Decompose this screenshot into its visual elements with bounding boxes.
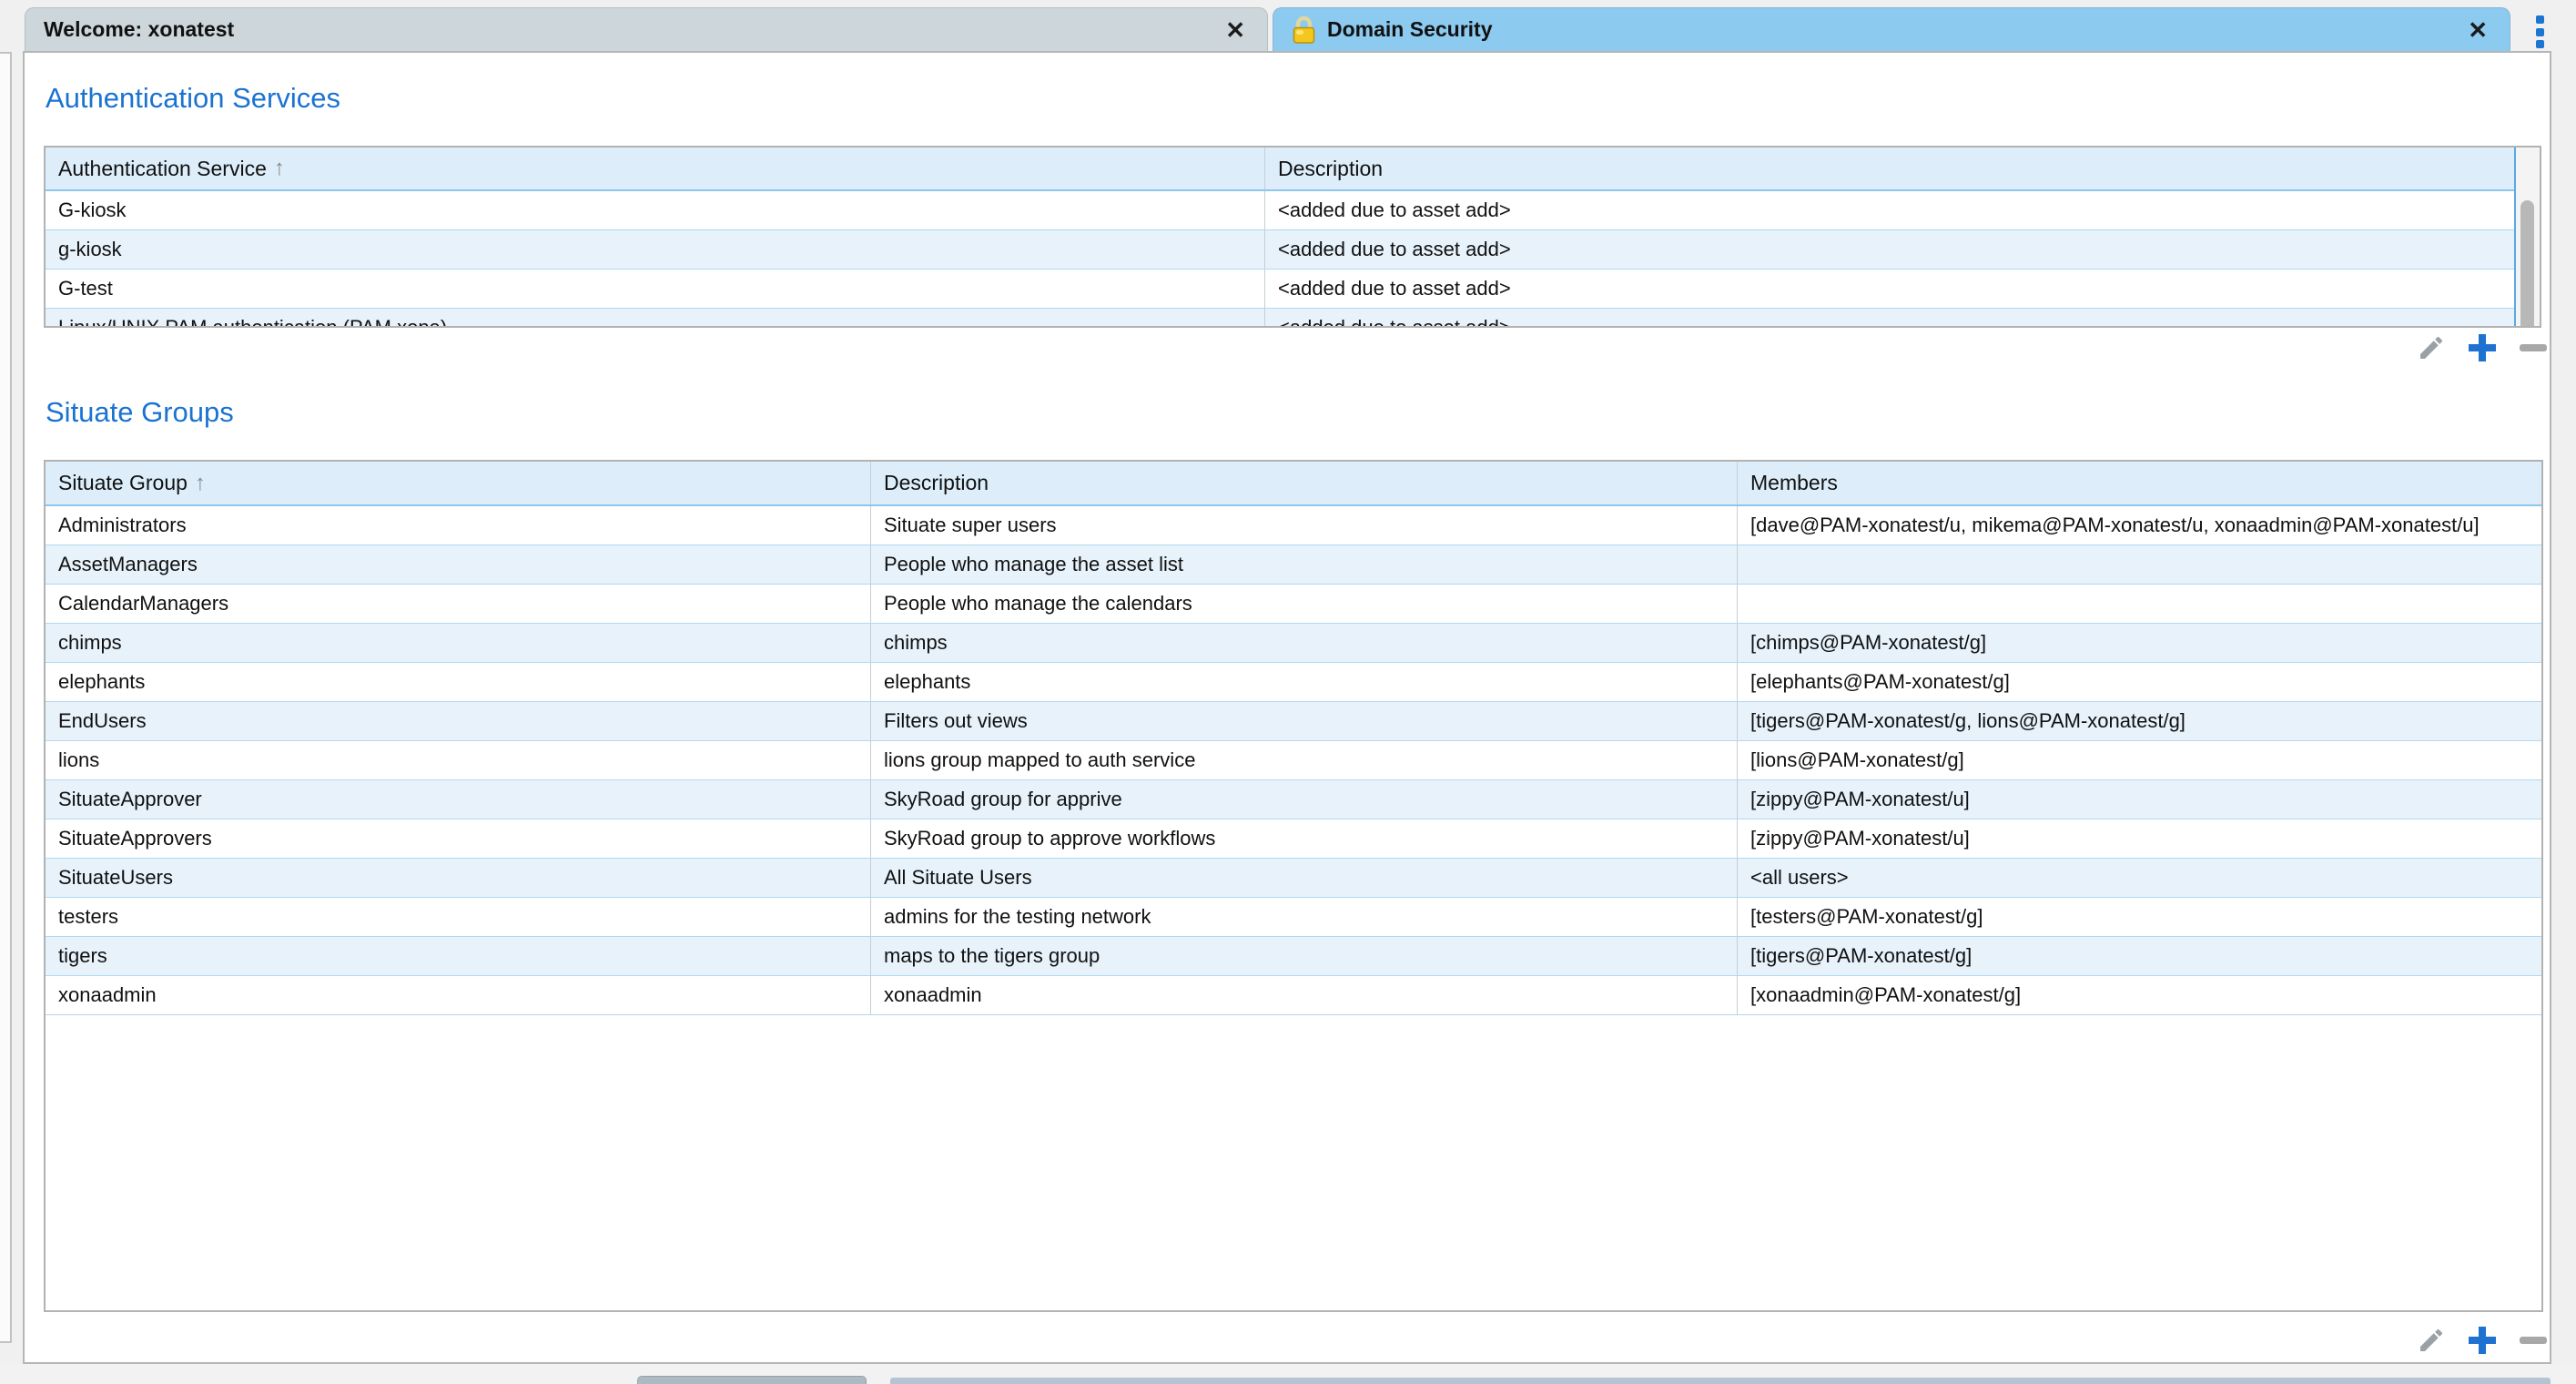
group-row[interactable]: SituateApprovers SkyRoad group to approv… (46, 819, 2541, 859)
group-row[interactable]: testers admins for the testing network [… (46, 898, 2541, 937)
group-row[interactable]: elephants elephants [elephants@PAM-xonat… (46, 663, 2541, 702)
remove-minus-icon[interactable] (2516, 1323, 2551, 1358)
bottom-peek-bar (890, 1378, 2551, 1384)
auth-table-row[interactable]: G-kiosk <added due to asset add> (46, 191, 2514, 230)
group-row[interactable]: SituateUsers All Situate Users <all user… (46, 859, 2541, 898)
group-row[interactable]: AssetManagers People who manage the asse… (46, 545, 2541, 585)
tab-domain-security-close-icon[interactable]: ✕ (2464, 16, 2491, 44)
bottom-peek-tab (637, 1376, 867, 1384)
auth-col-header-service[interactable]: Authentication Service ↑ (46, 148, 1264, 189)
group-row[interactable]: tigers maps to the tigers group [tigers@… (46, 937, 2541, 976)
tab-domain-security-label: Domain Security (1327, 17, 1493, 42)
situate-groups-heading: Situate Groups (46, 396, 234, 429)
groups-table-empty-area (46, 1015, 2541, 1310)
tab-domain-security[interactable]: Domain Security ✕ (1273, 7, 2510, 51)
bottom-strip (0, 1364, 2576, 1384)
group-row[interactable]: lions lions group mapped to auth service… (46, 741, 2541, 780)
group-row[interactable]: CalendarManagers People who manage the c… (46, 585, 2541, 624)
tab-overflow-menu-icon[interactable] (2536, 15, 2547, 48)
auth-table-row[interactable]: G-test <added due to asset add> (46, 270, 2514, 309)
group-row[interactable]: SituateApprover SkyRoad group for appriv… (46, 780, 2541, 819)
left-splitter-rail[interactable] (0, 52, 12, 1343)
tab-bar: Welcome: xonatest ✕ Domain Security ✕ (0, 0, 2576, 51)
groups-col-header-description[interactable]: Description (870, 462, 1737, 504)
scrollbar-thumb[interactable] (2520, 200, 2534, 328)
groups-col-header-name[interactable]: Situate Group ↑ (46, 462, 870, 504)
auth-table-actions (2414, 329, 2560, 367)
auth-col-header-description[interactable]: Description (1264, 148, 2514, 189)
groups-col-header-members[interactable]: Members (1737, 462, 2541, 504)
tab-welcome-label: Welcome: xonatest (44, 17, 234, 42)
remove-minus-icon[interactable] (2516, 331, 2551, 365)
group-row[interactable]: chimps chimps [chimps@PAM-xonatest/g] (46, 624, 2541, 663)
auth-services-heading: Authentication Services (46, 82, 340, 115)
app-window: Welcome: xonatest ✕ Domain Security ✕ Au… (0, 0, 2576, 1384)
auth-table-row[interactable]: g-kiosk <added due to asset add> (46, 230, 2514, 270)
group-row[interactable]: xonaadmin xonaadmin [xonaadmin@PAM-xonat… (46, 976, 2541, 1015)
add-plus-icon[interactable] (2465, 331, 2500, 365)
group-row[interactable]: EndUsers Filters out views [tigers@PAM-x… (46, 702, 2541, 741)
tab-welcome[interactable]: Welcome: xonatest ✕ (25, 7, 1268, 51)
domain-security-panel: Authentication Services Authentication S… (23, 51, 2551, 1364)
sort-ascending-icon: ↑ (195, 471, 206, 496)
auth-table-header: Authentication Service ↑ Description (46, 148, 2514, 191)
lock-icon (1292, 15, 1316, 45)
situate-groups-table: Situate Group ↑ Description Members Admi… (44, 460, 2543, 1312)
groups-table-header: Situate Group ↑ Description Members (46, 462, 2541, 506)
edit-pencil-icon[interactable] (2414, 331, 2449, 365)
add-plus-icon[interactable] (2465, 1323, 2500, 1358)
groups-table-actions (2414, 1321, 2560, 1359)
auth-table-scrollbar[interactable] (2514, 148, 2540, 326)
tab-welcome-close-icon[interactable]: ✕ (1222, 16, 1249, 44)
group-row[interactable]: Administrators Situate super users [dave… (46, 506, 2541, 545)
auth-services-table: Authentication Service ↑ Description G-k… (44, 146, 2541, 328)
edit-pencil-icon[interactable] (2414, 1323, 2449, 1358)
auth-table-row[interactable]: Linux/UNIX PAM authentication (PAM xona)… (46, 309, 2514, 328)
sort-ascending-icon: ↑ (274, 156, 285, 181)
